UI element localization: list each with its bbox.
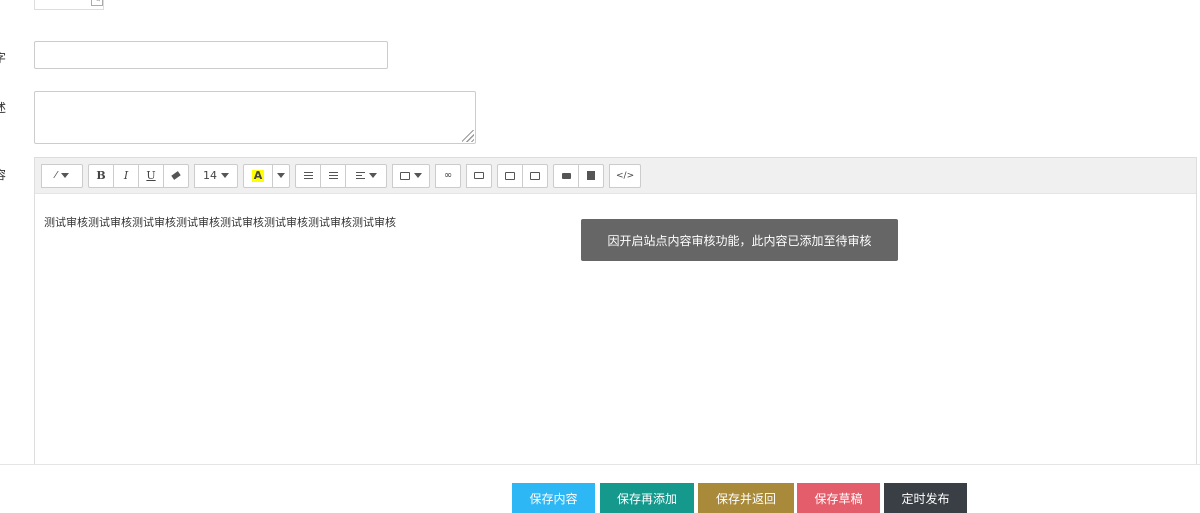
magic-wand-icon: ⁄ — [55, 170, 57, 181]
color-group: A — [243, 163, 290, 188]
table-dropdown[interactable] — [392, 163, 430, 188]
edit-pencil-icon[interactable]: ✎ — [91, 0, 103, 6]
save-content-button[interactable]: 保存内容 — [512, 483, 595, 513]
text-color-button[interactable]: A — [243, 163, 273, 188]
text-color-icon: A — [251, 168, 265, 182]
unordered-list-button[interactable] — [295, 163, 321, 188]
save-and-add-button[interactable]: 保存再添加 — [600, 483, 694, 513]
action-footer: 保存内容 保存再添加 保存并返回 保存草稿 定时发布 — [0, 464, 1200, 513]
ordered-list-icon — [328, 172, 338, 179]
video-icon — [561, 172, 571, 179]
save-draft-button[interactable]: 保存草稿 — [797, 483, 880, 513]
description-textarea[interactable] — [34, 91, 476, 144]
image-thumbnail[interactable]: ✎ — [34, 0, 104, 10]
font-size-dropdown[interactable]: 14 — [194, 163, 238, 188]
align-dropdown[interactable] — [345, 163, 387, 188]
table-group — [392, 163, 430, 188]
image-alt-icon — [530, 171, 540, 180]
image-icon — [505, 171, 515, 180]
ordered-list-button[interactable] — [320, 163, 346, 188]
folder-icon — [474, 172, 484, 179]
keyword-label: 字 — [0, 51, 7, 65]
keyword-input[interactable] — [34, 41, 388, 69]
file-icon — [587, 171, 595, 180]
content-label: 容 — [0, 168, 7, 182]
folder-button[interactable] — [466, 163, 492, 188]
align-icon — [355, 172, 365, 179]
table-icon — [400, 171, 410, 180]
video-button[interactable] — [553, 163, 579, 188]
magic-wand-button[interactable]: ⁄ — [41, 163, 83, 188]
text-color-dropdown[interactable] — [272, 163, 290, 188]
link-icon: ∞ — [443, 170, 453, 181]
font-size-value: 14 — [203, 169, 217, 182]
code-view-button[interactable]: </> — [609, 163, 642, 188]
code-group: </> — [609, 163, 642, 188]
bold-button[interactable]: B — [88, 163, 114, 188]
font-style-group: B I U — [88, 163, 189, 188]
image-group — [497, 163, 548, 188]
save-and-return-button[interactable]: 保存并返回 — [698, 483, 794, 513]
style-group: ⁄ — [41, 163, 83, 188]
italic-button[interactable]: I — [113, 163, 139, 188]
unordered-list-icon — [303, 172, 313, 179]
link-button[interactable]: ∞ — [435, 163, 461, 188]
link-group: ∞ — [435, 163, 461, 188]
code-view-icon: </> — [616, 170, 635, 181]
eraser-icon — [171, 171, 181, 180]
folder-group — [466, 163, 492, 188]
image-button[interactable] — [497, 163, 523, 188]
underline-button[interactable]: U — [138, 163, 164, 188]
image-alt-button[interactable] — [522, 163, 548, 188]
editor-toolbar: ⁄ B I U 14 A ∞ </> — [35, 158, 1196, 194]
rich-text-editor[interactable]: ⁄ B I U 14 A ∞ </> 测试审核测试审核测试审核测试审核测试审核测… — [34, 157, 1197, 477]
edit-content-page: ✎ 字 述 容 ⁄ B I U 14 A ∞ </> 测试审核测试审核测试审核测… — [0, 0, 1200, 513]
paragraph-group — [295, 163, 387, 188]
toast-message: 因开启站点内容审核功能，此内容已添加至待审核 — [581, 219, 898, 261]
media-group — [553, 163, 604, 188]
schedule-publish-button[interactable]: 定时发布 — [884, 483, 967, 513]
description-label: 述 — [0, 101, 7, 115]
font-size-group: 14 — [194, 163, 238, 188]
resize-grip-icon[interactable] — [462, 130, 474, 142]
file-button[interactable] — [578, 163, 604, 188]
eraser-button[interactable] — [163, 163, 189, 188]
